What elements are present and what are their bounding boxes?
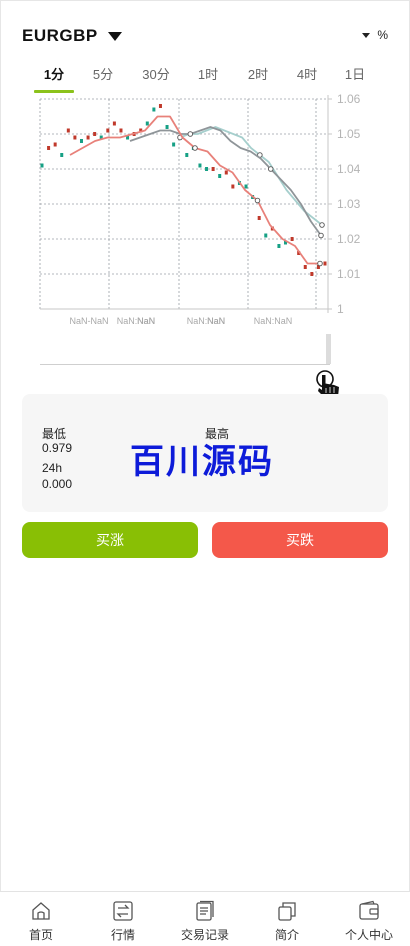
x-tick-label: NaN bbox=[137, 316, 155, 326]
candle bbox=[264, 233, 268, 238]
symbol-selector[interactable]: EURGBP bbox=[22, 26, 98, 46]
home-icon bbox=[32, 902, 50, 920]
candle bbox=[106, 128, 110, 133]
buy-up-button[interactable]: 买涨 bbox=[22, 522, 198, 558]
candle bbox=[231, 184, 235, 189]
candle bbox=[244, 184, 248, 189]
nav-intro-label: 简介 bbox=[274, 928, 299, 942]
caret-down-small-icon bbox=[362, 33, 371, 39]
x-tick-label: NaN:NaN bbox=[254, 316, 293, 326]
copy-icon bbox=[278, 902, 296, 921]
candle bbox=[198, 163, 202, 168]
candle bbox=[218, 174, 222, 178]
document-icon bbox=[196, 900, 214, 921]
candle bbox=[158, 104, 162, 108]
x-tick-label: NaN bbox=[207, 316, 225, 326]
ma-marker bbox=[319, 222, 325, 228]
nav-trades[interactable]: 交易记录 bbox=[164, 892, 246, 946]
chart-zoom-slider[interactable] bbox=[40, 334, 334, 366]
candle bbox=[145, 121, 149, 126]
nav-market[interactable]: 行情 bbox=[82, 892, 164, 946]
tab-5min[interactable]: 5分 bbox=[81, 64, 125, 83]
stats-panel: 最低 0.979 最高 24h 0.000 百川源码 bbox=[22, 394, 388, 512]
tab-1d[interactable]: 1日 bbox=[333, 64, 377, 83]
ma-line-red bbox=[69, 115, 320, 265]
y-tick-label: 1.04 bbox=[337, 162, 361, 176]
ma-marker bbox=[267, 166, 274, 172]
bottom-nav: 首页 行情 交易记录 简介 个人中心 bbox=[0, 891, 410, 946]
y-tick-label: 1.03 bbox=[337, 197, 361, 211]
y-tick-label: 1.06 bbox=[337, 92, 361, 106]
timeframe-tabs: 1分 5分 30分 1时 2时 4时 1日 bbox=[30, 60, 380, 94]
ma-line-gray bbox=[129, 126, 322, 237]
candle bbox=[60, 153, 64, 157]
watermark-logo: 百川源码 bbox=[130, 443, 274, 481]
candle bbox=[257, 216, 261, 220]
y-tick-label: 1 bbox=[337, 302, 344, 316]
tab-30min[interactable]: 30分 bbox=[134, 64, 178, 83]
slider-handle[interactable] bbox=[326, 334, 331, 364]
candle bbox=[152, 107, 156, 112]
nav-profile-label: 个人中心 bbox=[344, 928, 393, 942]
nav-trades-label: 交易记录 bbox=[180, 928, 229, 942]
tab-1min[interactable]: 1分 bbox=[32, 64, 76, 83]
candle bbox=[185, 153, 189, 157]
ma-marker bbox=[187, 131, 194, 137]
candle bbox=[205, 167, 209, 171]
tab-1h[interactable]: 1时 bbox=[186, 64, 230, 83]
caret-down-icon[interactable] bbox=[108, 32, 122, 41]
nav-market-label: 行情 bbox=[110, 928, 135, 942]
candle bbox=[119, 128, 123, 133]
candle bbox=[277, 244, 281, 248]
ma-marker bbox=[318, 232, 324, 239]
nav-home-label: 首页 bbox=[28, 928, 53, 942]
candle bbox=[53, 142, 57, 147]
candle bbox=[66, 128, 70, 133]
candle bbox=[165, 125, 169, 129]
tab-2h[interactable]: 2时 bbox=[236, 64, 280, 83]
candle bbox=[211, 167, 215, 171]
exchange-icon bbox=[113, 901, 133, 921]
low-label: 最低 bbox=[42, 427, 67, 441]
candle bbox=[290, 237, 294, 241]
y-tick-label: 1.02 bbox=[337, 232, 361, 246]
symbol-header: EURGBP % bbox=[22, 26, 388, 48]
candle bbox=[310, 272, 314, 276]
x-tick-label: NaN-NaN bbox=[69, 316, 108, 326]
candle bbox=[40, 163, 44, 168]
y-tick-label: 1.01 bbox=[337, 267, 361, 281]
tab-4h[interactable]: 4时 bbox=[285, 64, 329, 83]
candle bbox=[224, 170, 228, 175]
ma-marker bbox=[317, 260, 323, 267]
candle bbox=[86, 135, 90, 140]
nav-intro[interactable]: 简介 bbox=[246, 892, 328, 946]
candle bbox=[79, 139, 83, 143]
nav-home[interactable]: 首页 bbox=[0, 892, 82, 946]
candle bbox=[112, 121, 116, 126]
candle bbox=[73, 135, 77, 140]
nav-profile[interactable]: 个人中心 bbox=[328, 892, 410, 946]
y-tick-label: 1.05 bbox=[337, 127, 361, 141]
ma-marker bbox=[192, 145, 198, 151]
candle bbox=[47, 146, 51, 150]
range-label: 24h bbox=[42, 461, 63, 475]
low-value: 0.979 bbox=[42, 441, 73, 455]
ma-line-teal bbox=[179, 126, 323, 226]
range-value: 0.000 bbox=[42, 477, 73, 491]
price-chart[interactable]: 1.06 1.05 1.04 1.03 1.02 1.01 1 NaN-NaN NaN:NaN N… bbox=[0, 92, 410, 332]
candle bbox=[93, 132, 97, 136]
buy-down-button[interactable]: 买跌 bbox=[212, 522, 388, 558]
percent-label: % bbox=[377, 28, 388, 42]
ma-marker bbox=[254, 197, 261, 204]
percent-toggle[interactable]: % bbox=[362, 28, 388, 42]
candle bbox=[172, 142, 176, 147]
slider-track bbox=[40, 364, 330, 365]
candle bbox=[323, 261, 327, 266]
candle bbox=[303, 265, 307, 269]
wallet-icon bbox=[359, 900, 379, 920]
